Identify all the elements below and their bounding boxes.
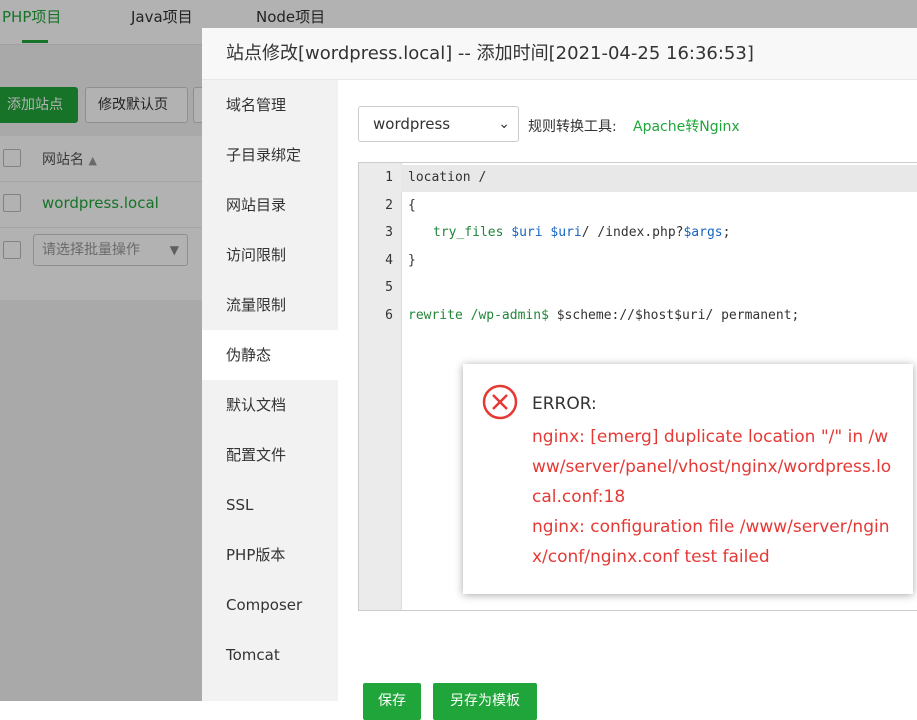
sidebar-item-domain[interactable]: 域名管理 — [202, 80, 338, 130]
apache-to-nginx-link[interactable]: Apache转Nginx — [633, 116, 740, 136]
code-line: } — [408, 253, 416, 268]
sidebar-item-composer[interactable]: Composer — [202, 580, 338, 630]
sidebar-item-traffic-limit[interactable]: 流量限制 — [202, 280, 338, 330]
line-number: 4 — [385, 253, 393, 268]
line-number: 2 — [385, 198, 393, 213]
save-as-template-button[interactable]: 另存为模板 — [433, 683, 537, 720]
sidebar-item-default-doc[interactable]: 默认文档 — [202, 380, 338, 430]
rewrite-template-select[interactable]: wordpress ⌄ — [358, 106, 519, 142]
code-line: location / — [408, 170, 487, 185]
modal-title: 站点修改[wordpress.local] -- 添加时间[2021-04-25… — [202, 28, 917, 80]
sidebar-item-config-file[interactable]: 配置文件 — [202, 430, 338, 480]
error-title: ERROR: — [532, 394, 597, 414]
code-line: try_files $uri $uri/ /index.php?$args; — [433, 225, 731, 240]
sidebar-item-rewrite[interactable]: 伪静态 — [202, 330, 338, 380]
sidebar-item-tomcat[interactable]: Tomcat — [202, 630, 338, 680]
error-line: nginx: configuration file /www/server/ng… — [532, 517, 890, 567]
rule-convert-label: 规则转换工具: — [528, 119, 617, 135]
chevron-down-icon: ⌄ — [498, 116, 510, 132]
error-message: nginx: [emerg] duplicate location "/" in… — [532, 422, 892, 572]
modal-sidebar: 域名管理 子目录绑定 网站目录 访问限制 流量限制 伪静态 默认文档 配置文件 … — [202, 80, 338, 701]
sidebar-item-subdir[interactable]: 子目录绑定 — [202, 130, 338, 180]
sidebar-item-access-limit[interactable]: 访问限制 — [202, 230, 338, 280]
line-number: 6 — [385, 308, 393, 323]
error-dialog: ERROR: nginx: [emerg] duplicate location… — [463, 364, 913, 594]
line-number: 1 — [385, 170, 393, 185]
sidebar-item-ssl[interactable]: SSL — [202, 480, 338, 530]
line-number: 3 — [385, 225, 393, 240]
code-line: { — [408, 198, 416, 213]
sidebar-item-php-version[interactable]: PHP版本 — [202, 530, 338, 580]
line-number: 5 — [385, 280, 393, 295]
error-line: nginx: [emerg] duplicate location "/" in… — [532, 427, 892, 507]
code-line: rewrite /wp-admin$ $scheme://$host$uri/ … — [408, 308, 800, 323]
error-x-icon — [482, 384, 518, 420]
save-button[interactable]: 保存 — [363, 683, 421, 720]
sidebar-item-site-dir[interactable]: 网站目录 — [202, 180, 338, 230]
